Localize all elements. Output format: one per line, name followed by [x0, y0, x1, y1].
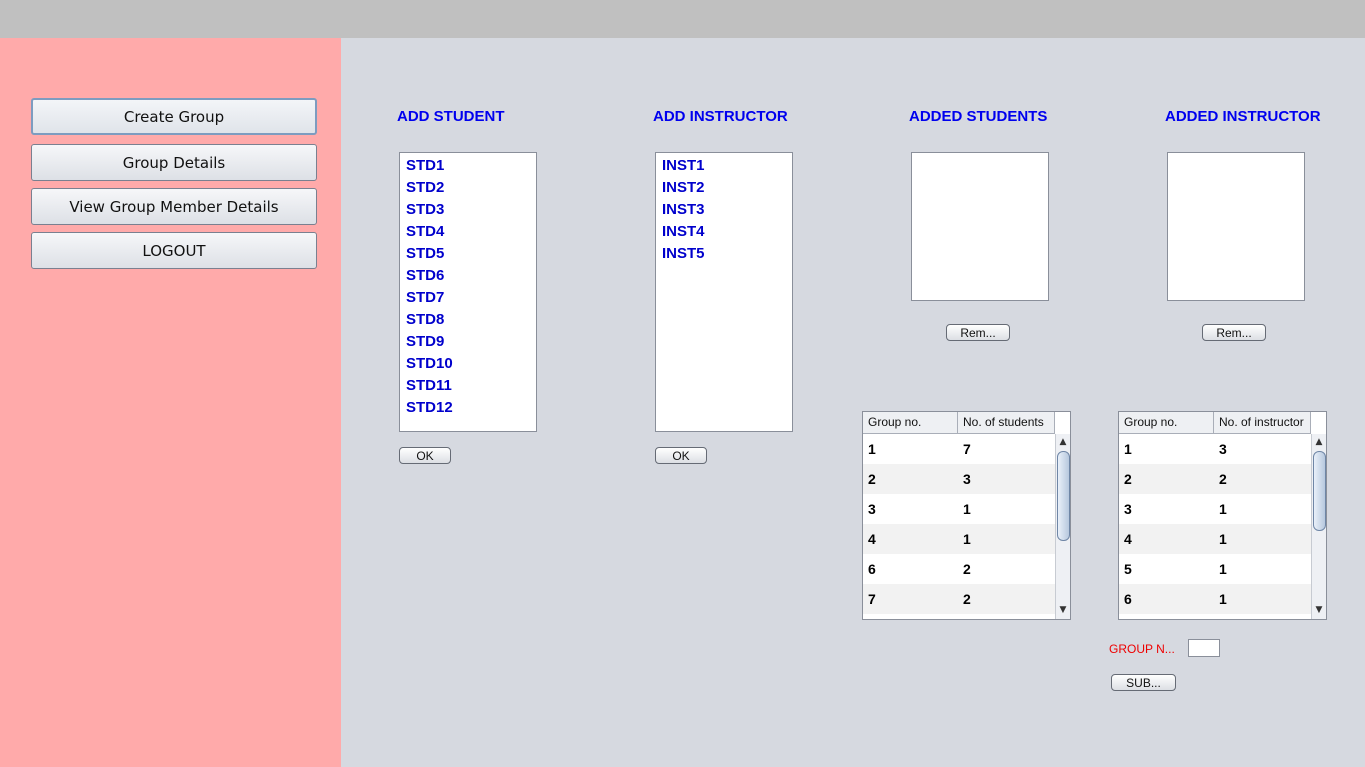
add-student-ok-button[interactable]: OK: [399, 447, 451, 464]
cell-count: 2: [1219, 471, 1227, 487]
cell-count: 1: [1219, 561, 1227, 577]
list-item[interactable]: INST5: [656, 243, 792, 265]
add-instructor-ok-button[interactable]: OK: [655, 447, 707, 464]
added-instructor-list[interactable]: [1167, 152, 1305, 301]
cell-group-no: 1: [1124, 441, 1132, 457]
added-students-heading: ADDED STUDENTS: [909, 108, 1048, 125]
submit-button[interactable]: SUB...: [1111, 674, 1176, 691]
add-instructor-heading: ADD INSTRUCTOR: [653, 108, 788, 125]
cell-count: 1: [1219, 531, 1227, 547]
cell-count: 1: [963, 501, 971, 517]
table-row[interactable]: 61: [1119, 584, 1311, 614]
table-row[interactable]: 41: [1119, 524, 1311, 554]
scroll-thumb[interactable]: [1313, 451, 1326, 531]
cell-count: 1: [963, 531, 971, 547]
remove-instructor-button[interactable]: Rem...: [1202, 324, 1266, 341]
added-students-list[interactable]: [911, 152, 1049, 301]
list-item[interactable]: INST1: [656, 155, 792, 177]
table-row[interactable]: 72: [863, 584, 1055, 614]
table-row[interactable]: 41: [863, 524, 1055, 554]
sidebar: Create Group Group Details View Group Me…: [0, 38, 341, 767]
group-number-label: GROUP N...: [1109, 642, 1175, 656]
group-details-button[interactable]: Group Details: [31, 144, 317, 181]
table-row[interactable]: 62: [863, 554, 1055, 584]
cell-group-no: 6: [1124, 591, 1132, 607]
scroll-up-icon[interactable]: ▲: [1056, 435, 1070, 449]
scroll-down-icon[interactable]: ▼: [1312, 603, 1326, 617]
main-panel: ADD STUDENT ADD INSTRUCTOR ADDED STUDENT…: [341, 38, 1365, 767]
column-header-group-no[interactable]: Group no.: [1119, 412, 1214, 434]
list-item[interactable]: INST4: [656, 221, 792, 243]
cell-count: 3: [963, 471, 971, 487]
list-item[interactable]: STD2: [400, 177, 536, 199]
list-item[interactable]: STD3: [400, 199, 536, 221]
scroll-thumb[interactable]: [1057, 451, 1070, 541]
instructor-table[interactable]: Group no. No. of instructor 13 22 31 41 …: [1118, 411, 1327, 620]
instructor-list[interactable]: INST1 INST2 INST3 INST4 INST5: [655, 152, 793, 432]
cell-count: 1: [1219, 591, 1227, 607]
cell-group-no: 6: [868, 561, 876, 577]
cell-group-no: 3: [1124, 501, 1132, 517]
list-item[interactable]: STD10: [400, 353, 536, 375]
column-header-no-of-students[interactable]: No. of students: [958, 412, 1055, 434]
view-group-member-details-button[interactable]: View Group Member Details: [31, 188, 317, 225]
column-header-group-no[interactable]: Group no.: [863, 412, 958, 434]
list-item[interactable]: STD1: [400, 155, 536, 177]
table-row[interactable]: 51: [1119, 554, 1311, 584]
cell-group-no: 3: [868, 501, 876, 517]
cell-count: 1: [1219, 501, 1227, 517]
cell-group-no: 4: [1124, 531, 1132, 547]
cell-group-no: 2: [868, 471, 876, 487]
table-row[interactable]: 13: [1119, 434, 1311, 464]
scroll-down-icon[interactable]: ▼: [1056, 603, 1070, 617]
cell-group-no: 4: [868, 531, 876, 547]
table-row[interactable]: 23: [863, 464, 1055, 494]
list-item[interactable]: STD9: [400, 331, 536, 353]
table-row[interactable]: 22: [1119, 464, 1311, 494]
instructor-table-scrollbar[interactable]: ▲ ▼: [1311, 434, 1326, 619]
list-item[interactable]: STD4: [400, 221, 536, 243]
students-table-scrollbar[interactable]: ▲ ▼: [1055, 434, 1070, 619]
list-item[interactable]: STD8: [400, 309, 536, 331]
list-item[interactable]: STD6: [400, 265, 536, 287]
logout-button[interactable]: LOGOUT: [31, 232, 317, 269]
list-item[interactable]: STD7: [400, 287, 536, 309]
scroll-up-icon[interactable]: ▲: [1312, 435, 1326, 449]
cell-group-no: 5: [1124, 561, 1132, 577]
title-bar: [0, 0, 1365, 38]
remove-student-button[interactable]: Rem...: [946, 324, 1010, 341]
cell-count: 7: [963, 441, 971, 457]
cell-count: 2: [963, 561, 971, 577]
cell-group-no: 1: [868, 441, 876, 457]
list-item[interactable]: INST3: [656, 199, 792, 221]
group-number-field[interactable]: [1188, 639, 1220, 657]
cell-count: 2: [963, 591, 971, 607]
student-list[interactable]: STD1 STD2 STD3 STD4 STD5 STD6 STD7 STD8 …: [399, 152, 537, 432]
table-header: Group no. No. of instructor: [1119, 412, 1311, 434]
students-table[interactable]: Group no. No. of students 17 23 31 41 62…: [862, 411, 1071, 620]
column-header-no-of-instructor[interactable]: No. of instructor: [1214, 412, 1311, 434]
list-item[interactable]: STD5: [400, 243, 536, 265]
cell-group-no: 7: [868, 591, 876, 607]
added-instructor-heading: ADDED INSTRUCTOR: [1165, 108, 1321, 125]
create-group-button[interactable]: Create Group: [31, 98, 317, 135]
cell-count: 3: [1219, 441, 1227, 457]
list-item[interactable]: INST2: [656, 177, 792, 199]
list-item[interactable]: STD12: [400, 397, 536, 419]
add-student-heading: ADD STUDENT: [397, 108, 505, 125]
table-row[interactable]: 17: [863, 434, 1055, 464]
list-item[interactable]: STD11: [400, 375, 536, 397]
cell-group-no: 2: [1124, 471, 1132, 487]
table-row[interactable]: 31: [863, 494, 1055, 524]
table-row[interactable]: 31: [1119, 494, 1311, 524]
table-header: Group no. No. of students: [863, 412, 1055, 434]
